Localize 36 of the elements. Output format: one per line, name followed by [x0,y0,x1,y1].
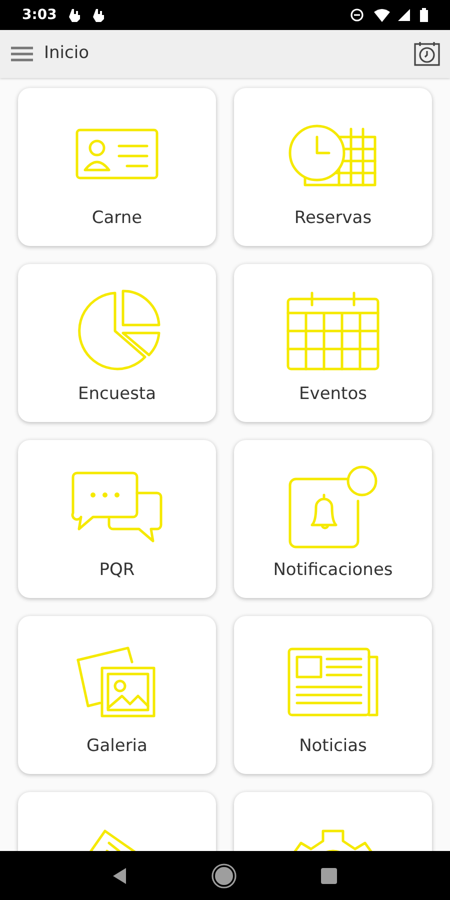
do-not-disturb-icon [350,8,364,22]
wifi-icon [374,8,390,22]
clock-calendar-icon [287,123,379,187]
signal-icon [398,9,410,21]
calendar-icon [286,291,380,371]
menu-icon[interactable] [10,46,34,62]
tile-label: Noticias [299,735,367,758]
tile-label: Notificaciones [273,559,393,582]
chat-bubbles-icon [71,471,163,543]
tile-label: Encuesta [78,383,156,406]
app-bar-title: Inicio [44,42,89,66]
menu-tile[interactable]: Galeria [18,616,216,774]
tile-label: Reservas [294,207,372,230]
status-time: 3:03 [22,6,57,24]
bell-notification-icon [286,465,380,549]
menu-tile[interactable]: Carne [18,88,216,246]
calendar-clock-icon[interactable] [414,41,440,67]
menu-tile[interactable]: Reservas [234,88,432,246]
home-icon[interactable] [210,862,237,888]
hand-icon [68,8,81,22]
tile-label: Carne [92,207,142,230]
id-card-icon [75,128,159,182]
hand-icon [92,8,105,22]
menu-tile[interactable]: Noticias [234,616,432,774]
tile-label: Eventos [299,383,367,406]
tile-label: Galeria [86,735,148,758]
photos-icon [76,646,158,720]
recents-icon[interactable] [320,866,338,884]
menu-tile[interactable]: Eventos [234,264,432,422]
back-icon[interactable] [112,866,128,884]
tile-label: PQR [99,559,135,582]
battery-icon [420,8,428,22]
menu-tile[interactable]: Notificaciones [234,440,432,598]
menu-tile[interactable]: PQR [18,440,216,598]
menu-tile[interactable]: Encuesta [18,264,216,422]
newspaper-icon [287,647,379,719]
